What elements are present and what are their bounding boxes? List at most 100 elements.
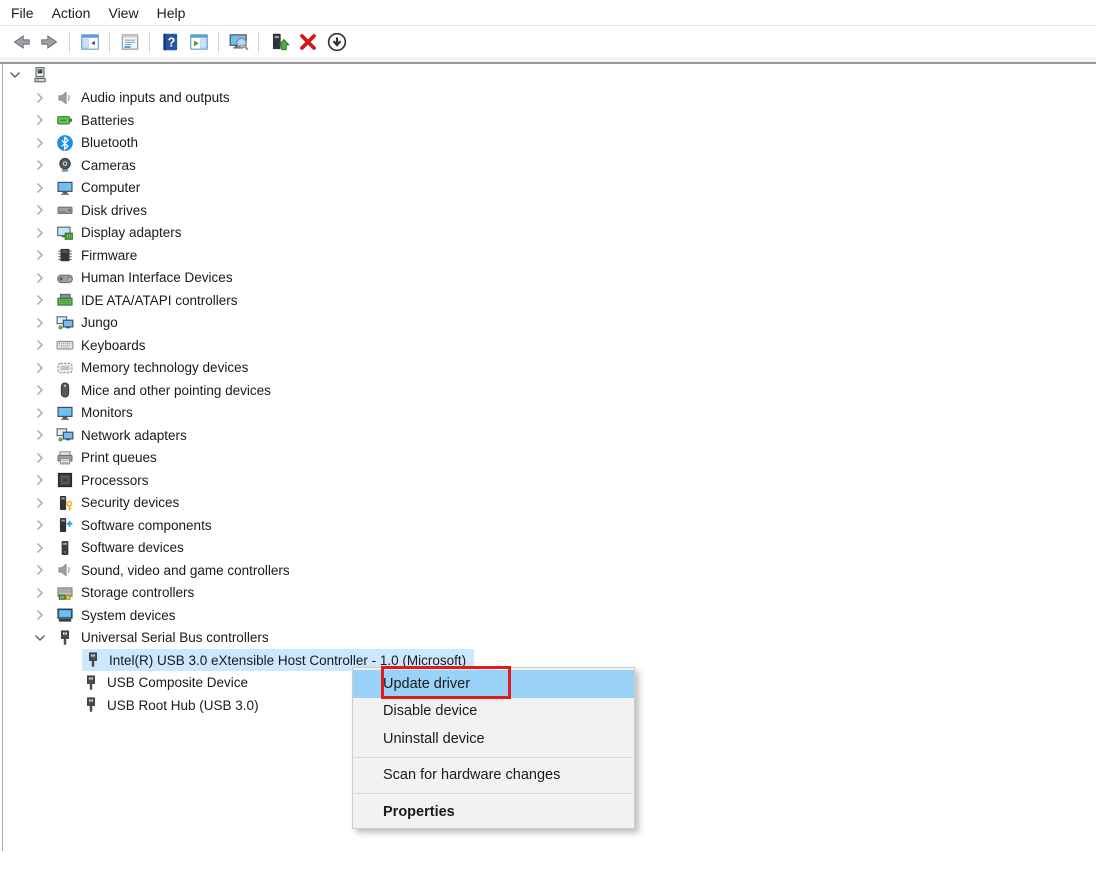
tree-item-label: Human Interface Devices <box>81 270 233 286</box>
chevron-right-icon[interactable] <box>31 562 48 579</box>
tree-item-ide-ata-atapi-controllers[interactable]: IDE ATA/ATAPI controllers <box>3 289 1095 312</box>
chevron-right-icon[interactable] <box>31 89 48 106</box>
context-menu-item-uninstall-device[interactable]: Uninstall device <box>353 725 634 753</box>
chevron-right-icon[interactable] <box>31 134 48 151</box>
chevron-right-icon[interactable] <box>31 539 48 556</box>
tree-item-label: Universal Serial Bus controllers <box>81 630 269 646</box>
forward-button[interactable] <box>36 29 63 55</box>
tree-item-label: Display adapters <box>81 225 182 241</box>
camera-icon <box>56 156 74 174</box>
tree-item-disk-drives[interactable]: Disk drives <box>3 199 1095 222</box>
usb-plug-icon <box>56 629 74 647</box>
properties-window-icon <box>119 31 141 53</box>
update-driver-button[interactable] <box>265 29 292 55</box>
chevron-right-icon[interactable] <box>31 292 48 309</box>
gamepad-icon <box>56 269 74 287</box>
software-component-icon <box>56 516 74 534</box>
toolbar-separator <box>109 30 110 53</box>
keyboard-icon <box>56 336 74 354</box>
uninstall-device-button[interactable] <box>294 29 321 55</box>
speaker-icon <box>56 89 74 107</box>
toolbar: ? <box>0 26 1096 57</box>
tree-item-root[interactable] <box>3 64 1095 87</box>
tree-item-jungo[interactable]: Jungo <box>3 312 1095 335</box>
menubar-item-help[interactable]: Help <box>148 2 195 24</box>
tree-item-firmware[interactable]: Firmware <box>3 244 1095 267</box>
show-console-tree-button[interactable] <box>76 29 103 55</box>
toolbar-separator <box>258 30 259 53</box>
chevron-right-icon[interactable] <box>31 472 48 489</box>
back-button[interactable] <box>7 29 34 55</box>
chevron-right-icon[interactable] <box>31 337 48 354</box>
tree-item-label: Network adapters <box>81 427 187 443</box>
tree-item-cameras[interactable]: Cameras <box>3 154 1095 177</box>
context-menu-item-properties[interactable]: Properties <box>353 798 634 826</box>
scan-computer-icon <box>228 31 250 53</box>
tree-item-memory-technology-devices[interactable]: Memory technology devices <box>3 357 1095 380</box>
mouse-icon <box>56 381 74 399</box>
tree-item-bluetooth[interactable]: Bluetooth <box>3 132 1095 155</box>
menubar-item-action[interactable]: Action <box>43 2 100 24</box>
context-menu-item-update-driver[interactable]: Update driver <box>353 670 634 698</box>
tree-item-batteries[interactable]: Batteries <box>3 109 1095 132</box>
toolbar-separator <box>149 30 150 53</box>
tree-item-label: Batteries <box>81 112 135 128</box>
chevron-right-icon[interactable] <box>31 269 48 286</box>
tree-item-software-devices[interactable]: Software devices <box>3 537 1095 560</box>
tree-item-sound-video-and-game-controllers[interactable]: Sound, video and game controllers <box>3 559 1095 582</box>
context-menu-item-scan-for-hardware-changes[interactable]: Scan for hardware changes <box>353 762 634 790</box>
chevron-right-icon[interactable] <box>31 404 48 421</box>
chevron-right-icon[interactable] <box>31 427 48 444</box>
chevron-right-icon[interactable] <box>31 584 48 601</box>
tree-item-audio-inputs-and-outputs[interactable]: Audio inputs and outputs <box>3 87 1095 110</box>
disable-device-button[interactable] <box>323 29 350 55</box>
chevron-right-icon[interactable] <box>31 224 48 241</box>
properties-button[interactable] <box>116 29 143 55</box>
menubar-item-view[interactable]: View <box>99 2 147 24</box>
tree-item-software-components[interactable]: Software components <box>3 514 1095 537</box>
tree-item-label: Intel(R) USB 3.0 eXtensible Host Control… <box>109 652 467 668</box>
chevron-down-icon[interactable] <box>31 629 48 646</box>
computer-root-icon <box>31 66 49 84</box>
tree-item-display-adapters[interactable]: Display adapters <box>3 222 1095 245</box>
chevron-right-icon[interactable] <box>31 382 48 399</box>
menubar-item-file[interactable]: File <box>2 2 43 24</box>
chevron-right-icon[interactable] <box>31 157 48 174</box>
tree-item-label: Software components <box>81 517 212 533</box>
tree-item-computer[interactable]: Computer <box>3 177 1095 200</box>
chevron-right-icon[interactable] <box>31 202 48 219</box>
chevron-right-icon[interactable] <box>31 314 48 331</box>
show-action-pane-button[interactable] <box>185 29 212 55</box>
help-button[interactable]: ? <box>156 29 183 55</box>
tree-item-keyboards[interactable]: Keyboards <box>3 334 1095 357</box>
tree-item-system-devices[interactable]: System devices <box>3 604 1095 627</box>
tree-item-label: Audio inputs and outputs <box>81 90 230 106</box>
scan-for-hardware-changes-button[interactable] <box>225 29 252 55</box>
tree-item-print-queues[interactable]: Print queues <box>3 447 1095 470</box>
tree-item-label: Software devices <box>81 540 184 556</box>
tree-item-processors[interactable]: Processors <box>3 469 1095 492</box>
tree-item-security-devices[interactable]: Security devices <box>3 492 1095 515</box>
tree-item-universal-serial-bus-controllers[interactable]: Universal Serial Bus controllers <box>3 627 1095 650</box>
tree-item-label: Disk drives <box>81 202 148 218</box>
chevron-right-icon[interactable] <box>31 607 48 624</box>
tree-item-storage-controllers[interactable]: Storage controllers <box>3 582 1095 605</box>
toolbar-separator <box>69 30 70 53</box>
chevron-right-icon[interactable] <box>31 112 48 129</box>
console-tree-icon <box>79 31 101 53</box>
context-menu-item-disable-device[interactable]: Disable device <box>353 698 634 726</box>
tree-item-network-adapters[interactable]: Network adapters <box>3 424 1095 447</box>
tree-item-human-interface-devices[interactable]: Human Interface Devices <box>3 267 1095 290</box>
chevron-down-icon[interactable] <box>6 67 23 84</box>
tree-item-monitors[interactable]: Monitors <box>3 402 1095 425</box>
tree-item-mice-and-other-pointing-devices[interactable]: Mice and other pointing devices <box>3 379 1095 402</box>
chevron-right-icon[interactable] <box>31 449 48 466</box>
tree-item-label: USB Root Hub (USB 3.0) <box>107 697 259 713</box>
memory-card-icon <box>56 359 74 377</box>
chevron-right-icon[interactable] <box>31 517 48 534</box>
chevron-right-icon[interactable] <box>31 247 48 264</box>
chevron-right-icon[interactable] <box>31 359 48 376</box>
tree-item-label: Jungo <box>81 315 118 331</box>
chevron-right-icon[interactable] <box>31 179 48 196</box>
chevron-right-icon[interactable] <box>31 494 48 511</box>
